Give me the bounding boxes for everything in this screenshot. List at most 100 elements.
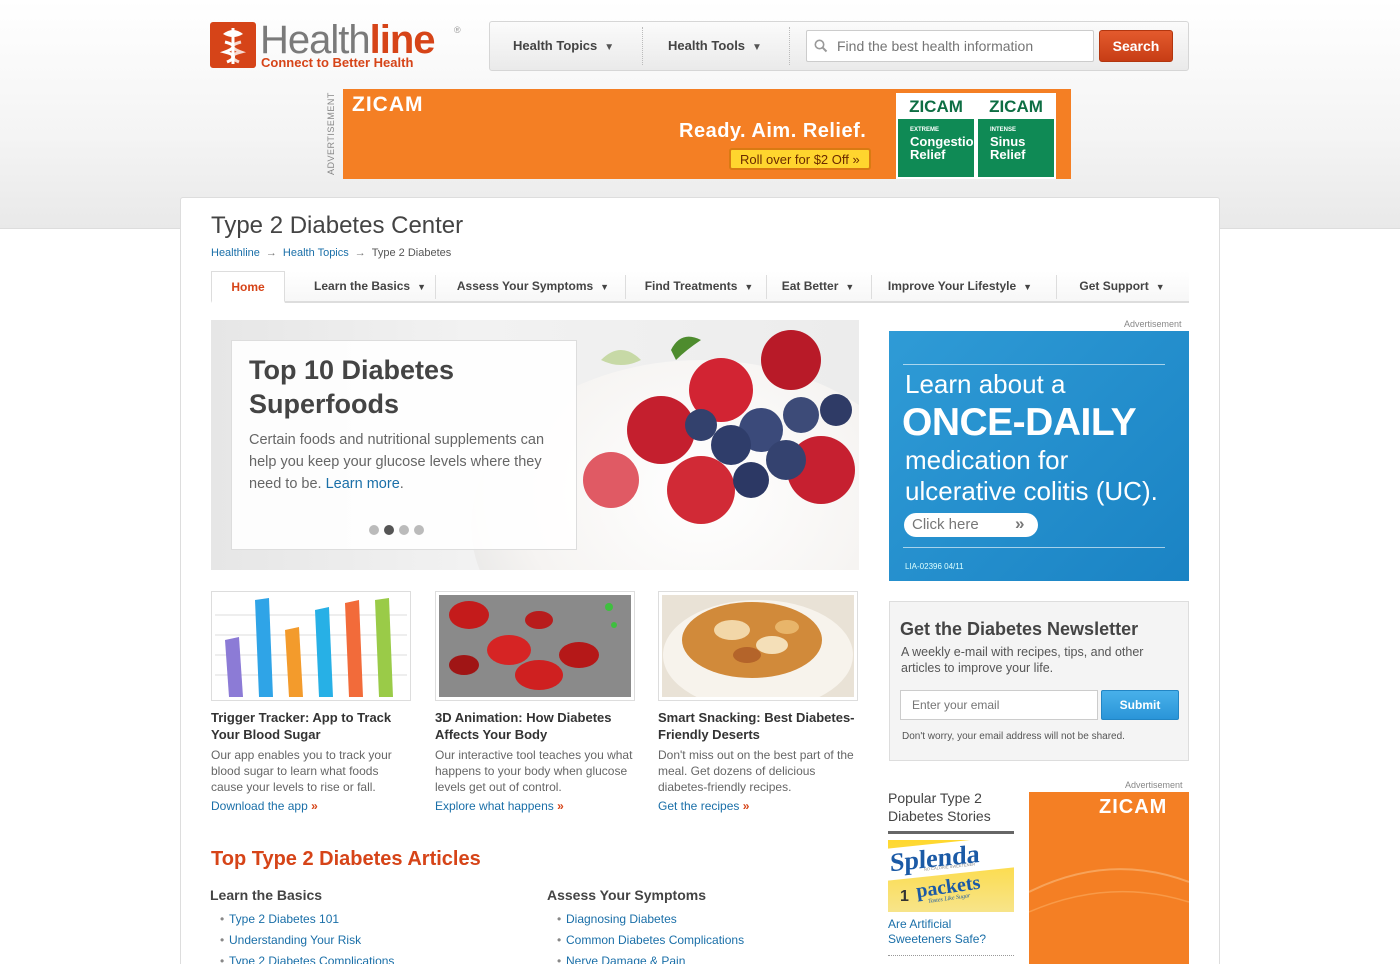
healthline-logo[interactable]: Healthline ® Connect to Better Health bbox=[210, 18, 470, 72]
tab-divider bbox=[625, 275, 626, 299]
feature-link-text: Get the recipes bbox=[658, 799, 740, 813]
nav-health-topics[interactable]: Health Topics ▼ bbox=[513, 22, 614, 70]
caduceus-icon bbox=[210, 22, 256, 68]
feature-description: Our interactive tool teaches you what ha… bbox=[435, 748, 633, 794]
ad-label: Advertisement bbox=[1124, 319, 1182, 329]
tab-find-treatments[interactable]: Find Treatments ▼ bbox=[631, 271, 767, 301]
nav-divider bbox=[789, 27, 790, 65]
email-field[interactable] bbox=[900, 690, 1098, 720]
articles-column-heading: Assess Your Symptoms bbox=[547, 887, 706, 903]
tab-label: Find Treatments bbox=[644, 279, 738, 293]
ad-button-label: Click here bbox=[912, 516, 979, 533]
article-link[interactable]: Understanding Your Risk bbox=[210, 930, 510, 951]
uc-medication-ad[interactable]: Learn about a ONCE-DAILY medication for … bbox=[889, 331, 1189, 581]
page-title: Type 2 Diabetes Center bbox=[211, 212, 464, 239]
registered-mark: ® bbox=[454, 25, 461, 35]
zicam-banner-ad[interactable]: ZICAM Ready. Aim. Relief. Roll over for … bbox=[343, 89, 1071, 179]
newsletter-signup: Get the Diabetes Newsletter A weekly e-m… bbox=[889, 601, 1189, 761]
search-button[interactable]: Search bbox=[1099, 30, 1173, 62]
tab-improve-your-lifestyle[interactable]: Improve Your Lifestyle ▼ bbox=[879, 271, 1041, 301]
tab-label: Learn the Basics bbox=[314, 279, 411, 293]
article-link[interactable]: Type 2 Diabetes 101 bbox=[210, 909, 510, 930]
link-arrow: » bbox=[742, 799, 750, 813]
articles-column-symptoms: Assess Your Symptoms Diagnosing Diabetes… bbox=[547, 887, 847, 964]
hero-carousel[interactable]: Top 10 Diabetes Superfoods Certain foods… bbox=[211, 320, 859, 570]
ad-swoosh-graphic bbox=[1029, 868, 1189, 913]
tab-label: Eat Better bbox=[781, 279, 839, 293]
feature-title[interactable]: Smart Snacking: Best Diabetes-Friendly D… bbox=[658, 709, 863, 743]
nav-label: Health Topics bbox=[513, 38, 598, 53]
chevron-down-icon: ▼ bbox=[1155, 282, 1165, 292]
feature-image[interactable] bbox=[658, 591, 858, 701]
popular-stories-title: Popular Type 2 Diabetes Stories bbox=[888, 789, 1014, 834]
breadcrumb-arrow: → bbox=[354, 247, 366, 259]
ad-line-2: ONCE-DAILY bbox=[902, 401, 1137, 444]
ad-line-1: Learn about a bbox=[905, 369, 1066, 399]
feature-link-download-app[interactable]: Download the app » bbox=[211, 799, 318, 813]
hero-title[interactable]: Top 10 Diabetes Superfoods bbox=[249, 353, 569, 421]
tab-assess-your-symptoms[interactable]: Assess Your Symptoms ▼ bbox=[443, 271, 623, 301]
hero-text-panel: Top 10 Diabetes Superfoods Certain foods… bbox=[231, 340, 577, 550]
box-sub: INTENSE bbox=[990, 127, 1017, 133]
carousel-dot[interactable] bbox=[369, 525, 379, 535]
product-box-image: ZICAM INTENSE Sinus Relief bbox=[976, 93, 1056, 179]
link-arrow: » bbox=[311, 799, 318, 813]
link-arrow: » bbox=[557, 799, 564, 813]
feature-link-explore[interactable]: Explore what happens » bbox=[435, 799, 564, 813]
top-navigation: Health Topics ▼ Health Tools ▼ Search bbox=[489, 21, 1189, 71]
feature-link-recipes[interactable]: Get the recipes » bbox=[658, 799, 749, 813]
hero-description: Certain foods and nutritional supplement… bbox=[249, 429, 569, 495]
articles-section-title: Top Type 2 Diabetes Articles bbox=[211, 848, 481, 870]
search-input[interactable] bbox=[806, 30, 1094, 62]
section-navigation: Home Learn the Basics ▼ Assess Your Sympt… bbox=[211, 271, 1189, 303]
ad-brand: ZICAM bbox=[352, 93, 424, 116]
feature-image[interactable] bbox=[211, 591, 411, 701]
carousel-dot[interactable] bbox=[399, 525, 409, 535]
nav-label: Health Tools bbox=[668, 38, 746, 53]
carousel-dots bbox=[369, 522, 429, 540]
zicam-side-ad[interactable]: ZICAM bbox=[1029, 792, 1189, 964]
breadcrumb-link-health-topics[interactable]: Health Topics bbox=[283, 247, 349, 259]
article-link[interactable]: Diagnosing Diabetes bbox=[547, 909, 847, 930]
newsletter-description: A weekly e-mail with recipes, tips, and … bbox=[901, 645, 1144, 675]
feature-title[interactable]: Trigger Tracker: App to Track Your Blood… bbox=[211, 709, 416, 743]
tab-home[interactable]: Home bbox=[211, 271, 285, 303]
ad-label: ADVERTISEMENT bbox=[326, 92, 336, 175]
chevron-down-icon: ▼ bbox=[417, 282, 426, 292]
tab-eat-better[interactable]: Eat Better ▼ bbox=[771, 271, 865, 301]
feature-description: Don't miss out on the best part of the m… bbox=[658, 748, 854, 794]
feature-link-text: Explore what happens bbox=[435, 799, 554, 813]
ad-divider bbox=[903, 364, 1165, 365]
box-name: Congestion Relief bbox=[910, 134, 982, 162]
blood-cells-thumbnail bbox=[439, 595, 631, 697]
article-link[interactable]: Common Diabetes Complications bbox=[547, 930, 847, 951]
tab-get-support[interactable]: Get Support ▼ bbox=[1067, 271, 1177, 301]
berries-image bbox=[583, 330, 855, 524]
feature-image[interactable] bbox=[435, 591, 635, 701]
ad-line-3: medication for ulcerative colitis (UC). bbox=[905, 445, 1158, 506]
breadcrumb: Healthline → Health Topics → Type 2 Diabetes bbox=[211, 247, 451, 259]
hero-learn-more-link[interactable]: Learn more bbox=[326, 476, 400, 492]
carousel-dot[interactable] bbox=[414, 525, 424, 535]
hero-period: . bbox=[399, 476, 404, 492]
ad-cta-button[interactable]: Roll over for $2 Off » bbox=[729, 148, 871, 170]
article-link[interactable]: Nerve Damage & Pain bbox=[547, 951, 847, 964]
breadcrumb-link-healthline[interactable]: Healthline bbox=[211, 247, 260, 259]
box-brand: ZICAM bbox=[978, 95, 1054, 119]
submit-button[interactable]: Submit bbox=[1101, 690, 1179, 720]
article-link[interactable]: Type 2 Diabetes Complications bbox=[210, 951, 510, 964]
tab-divider bbox=[766, 275, 767, 299]
story-link[interactable]: Are Artificial Sweeteners Safe? bbox=[888, 917, 1014, 947]
ad-click-here-button[interactable]: Click here » bbox=[904, 513, 1038, 537]
splenda-count: 1 bbox=[900, 888, 909, 905]
box-sub: EXTREME bbox=[910, 127, 940, 133]
ad-code: LIA-02396 04/11 bbox=[905, 562, 964, 571]
splenda-image[interactable]: Splenda NO CALORIE SWEETENER packets Tas… bbox=[888, 840, 1014, 912]
articles-column-heading: Learn the Basics bbox=[210, 887, 323, 903]
feature-title[interactable]: 3D Animation: How Diabetes Affects Your … bbox=[435, 709, 640, 743]
tab-divider bbox=[435, 275, 436, 299]
carousel-dot-active[interactable] bbox=[384, 525, 394, 535]
articles-column-basics: Learn the Basics Type 2 Diabetes 101 Und… bbox=[210, 887, 510, 964]
tab-learn-the-basics[interactable]: Learn the Basics ▼ bbox=[295, 271, 445, 301]
nav-health-tools[interactable]: Health Tools ▼ bbox=[668, 22, 762, 70]
